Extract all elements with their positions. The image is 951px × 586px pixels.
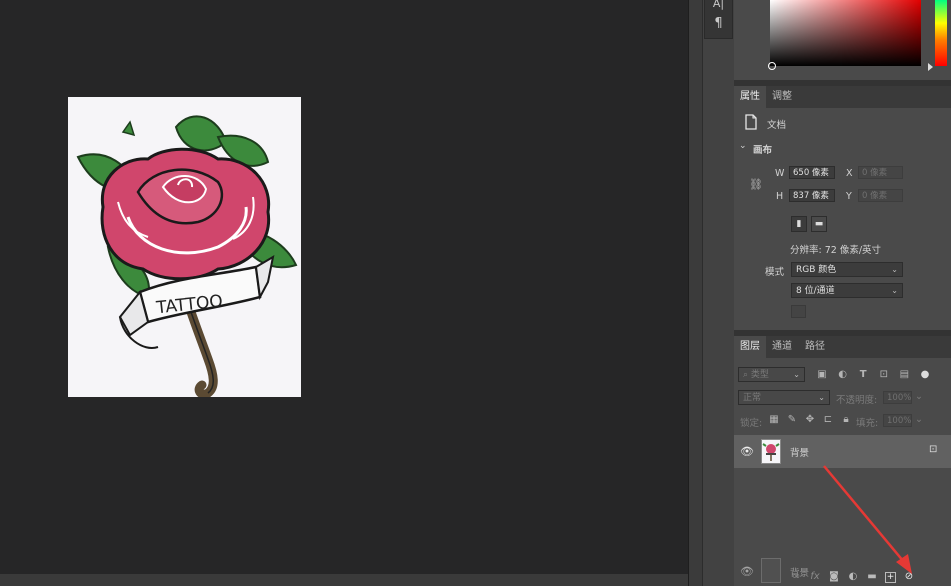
bit-depth-value: 8 位/通道: [796, 286, 835, 296]
document-canvas[interactable]: TATTOO: [68, 97, 301, 397]
tab-layers[interactable]: 图层: [734, 336, 766, 358]
chevron-down-icon[interactable]: ⌄: [739, 141, 747, 151]
search-icon: ⌕: [743, 370, 749, 380]
background-swatch[interactable]: [791, 305, 806, 318]
properties-tabbar: 属性 调整: [734, 86, 951, 108]
height-field[interactable]: 837 像素: [789, 189, 835, 202]
height-label: H: [776, 191, 784, 202]
ghost-layer-thumbnail: [761, 558, 781, 583]
chevron-down-icon[interactable]: ⌄: [915, 414, 923, 425]
chevron-down-icon: ⌄: [818, 393, 825, 402]
smart-object-filter-icon[interactable]: ▤: [898, 369, 910, 381]
rose-tattoo-artwork: TATTOO: [76, 115, 298, 397]
width-label: W: [775, 168, 785, 179]
adjustment-filter-icon[interactable]: ◐: [837, 369, 849, 381]
blend-mode-select[interactable]: 正常 ⌄: [738, 390, 830, 405]
y-field[interactable]: 0 像素: [858, 189, 903, 202]
width-field[interactable]: 650 像素: [789, 166, 835, 179]
document-label: 文档: [767, 120, 787, 131]
link-layers-icon[interactable]: ∞: [790, 571, 802, 583]
chevron-down-icon: ⌄: [793, 370, 800, 379]
chevron-down-icon: ⌄: [891, 286, 898, 295]
paragraph-icon[interactable]: ¶: [705, 16, 732, 31]
layer-filter-value: 类型: [750, 370, 769, 380]
blend-mode-value: 正常: [743, 393, 762, 403]
panel-icon-dock: [702, 0, 735, 586]
layer-thumbnail: [761, 439, 781, 464]
opacity-label: 不透明度:: [836, 395, 878, 406]
hue-slider-marker[interactable]: [928, 63, 933, 71]
character-icon[interactable]: A|: [705, 0, 732, 10]
mode-label: 模式: [765, 267, 785, 278]
mode-select-value: RGB 颜色: [796, 265, 837, 275]
layers-tabbar: 图层 通道 路径: [734, 336, 951, 358]
horizontal-scrollbar[interactable]: [0, 574, 688, 586]
opacity-field[interactable]: 100%: [883, 391, 912, 404]
filter-toggle-icon[interactable]: ●: [919, 369, 931, 381]
tab-paths[interactable]: 路径: [799, 336, 831, 358]
canvas-section-title[interactable]: 画布: [753, 142, 772, 156]
link-dimensions-icon[interactable]: ⛓: [749, 178, 763, 191]
fill-field[interactable]: 100%: [883, 414, 912, 427]
lock-transparency-icon[interactable]: ▦: [768, 414, 780, 426]
layer-filter-icons: ▣ ◐ T ⊡ ▤ ●: [816, 368, 931, 382]
chevron-down-icon: ⌄: [891, 265, 898, 274]
x-field[interactable]: 0 像素: [858, 166, 903, 179]
eye-icon[interactable]: 👁︎: [740, 445, 754, 458]
lock-position-icon[interactable]: ✥: [804, 414, 816, 426]
lock-icons: ▦ ✎ ✥ ⊏ 🔒︎: [768, 414, 852, 428]
chevron-down-icon[interactable]: ⌄: [915, 391, 923, 402]
text-filter-icon[interactable]: T: [857, 369, 869, 381]
lock-all-icon[interactable]: 🔒︎: [840, 414, 852, 426]
lock-image-icon[interactable]: ✎: [786, 414, 798, 426]
fill-label: 填充:: [856, 418, 879, 429]
panel-divider[interactable]: [688, 0, 703, 586]
y-label: Y: [846, 191, 852, 202]
resolution-text: 分辨率: 72 像素/英寸: [790, 245, 882, 256]
x-label: X: [846, 168, 853, 179]
lock-artboard-icon[interactable]: ⊏: [822, 414, 834, 426]
color-picker-marker[interactable]: [768, 62, 776, 70]
lock-label: 锁定:: [740, 418, 763, 429]
color-picker-field[interactable]: [770, 0, 921, 66]
mode-select[interactable]: RGB 颜色 ⌄: [791, 262, 903, 277]
shape-filter-icon[interactable]: ⊡: [878, 369, 890, 381]
bit-depth-select[interactable]: 8 位/通道 ⌄: [791, 283, 903, 298]
character-tools-box: A| ¶: [704, 0, 733, 39]
red-arrow-annotation: [823, 465, 912, 574]
layer-name[interactable]: 背景: [790, 445, 809, 459]
document-icon: [744, 114, 758, 130]
layer-filter-select[interactable]: ⌕ 类型 ⌄: [738, 367, 805, 382]
tab-properties[interactable]: 属性: [734, 86, 766, 108]
tab-channels[interactable]: 通道: [766, 336, 798, 358]
eye-icon: 👁︎: [740, 565, 754, 578]
landscape-orientation-icon[interactable]: ▬: [811, 216, 827, 232]
portrait-orientation-icon[interactable]: ▮: [791, 216, 807, 232]
tab-adjustments[interactable]: 调整: [766, 86, 798, 108]
hue-slider[interactable]: [935, 0, 947, 66]
image-filter-icon[interactable]: ▣: [816, 369, 828, 381]
lock-icon: ⊡: [929, 444, 938, 455]
